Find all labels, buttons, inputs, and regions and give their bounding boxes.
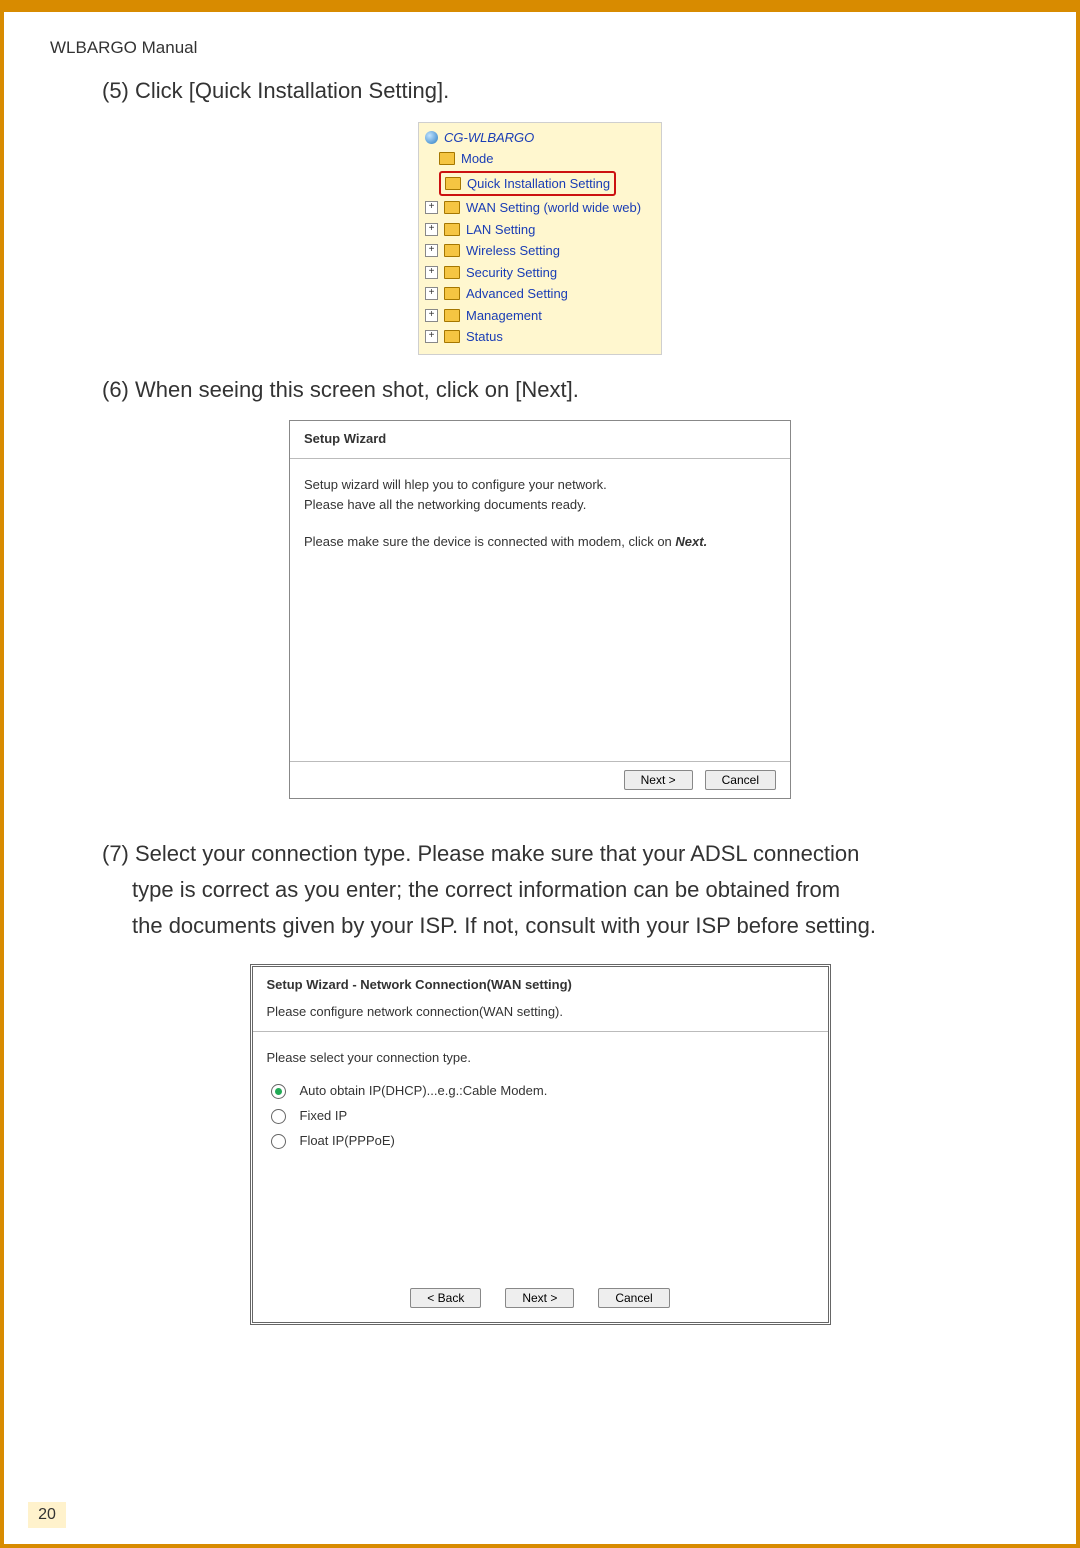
expand-icon: + bbox=[425, 287, 438, 300]
tree-item-mode: Mode bbox=[439, 148, 655, 170]
next-button[interactable]: Next > bbox=[624, 770, 693, 790]
wan-setting-dialog: Setup Wizard - Network Connection(WAN se… bbox=[250, 964, 831, 1325]
tree-item-status: + Status bbox=[425, 326, 655, 348]
dialog-body: Setup wizard will hlep you to configure … bbox=[290, 459, 790, 761]
folder-icon bbox=[444, 223, 460, 236]
folder-icon bbox=[439, 152, 455, 165]
navigation-tree-figure: CG-WLBARGO Mode Quick Installation Setti… bbox=[418, 122, 662, 355]
tree-item-security: + Security Setting bbox=[425, 262, 655, 284]
dialog-body: Please select your connection type. Auto… bbox=[253, 1032, 828, 1278]
expand-icon: + bbox=[425, 244, 438, 257]
dialog-title: Setup Wizard bbox=[290, 421, 790, 459]
wizard-line3-bold: Next. bbox=[675, 534, 707, 549]
folder-icon bbox=[444, 266, 460, 279]
globe-icon bbox=[425, 131, 438, 144]
option-pppoe[interactable]: Float IP(PPPoE) bbox=[271, 1129, 814, 1154]
radio-icon bbox=[271, 1109, 286, 1124]
option-label: Auto obtain IP(DHCP)...e.g.:Cable Modem. bbox=[300, 1079, 548, 1104]
option-label: Fixed IP bbox=[300, 1104, 348, 1129]
radio-icon bbox=[271, 1134, 286, 1149]
tree-item-wireless: + Wireless Setting bbox=[425, 240, 655, 262]
folder-icon bbox=[444, 201, 460, 214]
tree-item-label: WAN Setting (world wide web) bbox=[466, 198, 641, 218]
option-fixed-ip[interactable]: Fixed IP bbox=[271, 1104, 814, 1129]
folder-icon bbox=[444, 309, 460, 322]
manual-title: WLBARGO Manual bbox=[50, 38, 1048, 58]
tree-item-quick-install: Quick Installation Setting bbox=[439, 170, 655, 198]
tree-root-label: CG-WLBARGO bbox=[444, 128, 534, 148]
tree-item-label: Status bbox=[466, 327, 503, 347]
cancel-button[interactable]: Cancel bbox=[598, 1288, 669, 1308]
step-7-text-line1: (7) Select your connection type. Please … bbox=[102, 839, 1002, 869]
folder-icon bbox=[444, 244, 460, 257]
radio-selected-icon bbox=[271, 1084, 286, 1099]
expand-icon: + bbox=[425, 309, 438, 322]
step-7-text-line2: type is correct as you enter; the correc… bbox=[132, 875, 1032, 905]
dialog-subtitle: Please configure network connection(WAN … bbox=[253, 998, 828, 1032]
tree-item-label: Security Setting bbox=[466, 263, 557, 283]
tree-item-advanced: + Advanced Setting bbox=[425, 283, 655, 305]
tree-item-label: Wireless Setting bbox=[466, 241, 560, 261]
folder-icon bbox=[445, 177, 461, 190]
expand-icon: + bbox=[425, 266, 438, 279]
page-number: 20 bbox=[28, 1502, 66, 1528]
wizard-line1: Setup wizard will hlep you to configure … bbox=[304, 477, 607, 492]
dialog-footer: Next > Cancel bbox=[290, 761, 790, 798]
dialog-footer: < Back Next > Cancel bbox=[253, 1278, 828, 1322]
cancel-button[interactable]: Cancel bbox=[705, 770, 776, 790]
step-5-text: (5) Click [Quick Installation Setting]. bbox=[102, 76, 1002, 106]
setup-wizard-dialog: Setup Wizard Setup wizard will hlep you … bbox=[289, 420, 791, 799]
option-label: Float IP(PPPoE) bbox=[300, 1129, 395, 1154]
tree-item-label: Management bbox=[466, 306, 542, 326]
tree-item-label: LAN Setting bbox=[466, 220, 535, 240]
next-button[interactable]: Next > bbox=[505, 1288, 574, 1308]
wizard-line2: Please have all the networking documents… bbox=[304, 497, 586, 512]
tree-item-label: Quick Installation Setting bbox=[467, 174, 610, 194]
tree-item-label: Mode bbox=[461, 149, 494, 169]
tree-root: CG-WLBARGO bbox=[425, 127, 655, 149]
option-dhcp[interactable]: Auto obtain IP(DHCP)...e.g.:Cable Modem. bbox=[271, 1079, 814, 1104]
highlighted-item: Quick Installation Setting bbox=[439, 171, 616, 197]
folder-icon bbox=[444, 287, 460, 300]
expand-icon: + bbox=[425, 223, 438, 236]
dialog-title: Setup Wizard - Network Connection(WAN se… bbox=[253, 967, 828, 998]
connection-type-intro: Please select your connection type. bbox=[267, 1050, 814, 1067]
wizard-line3-pre: Please make sure the device is connected… bbox=[304, 534, 675, 549]
tree-item-label: Advanced Setting bbox=[466, 284, 568, 304]
tree-item-wan: + WAN Setting (world wide web) bbox=[425, 197, 655, 219]
step-7-text-line3: the documents given by your ISP. If not,… bbox=[132, 911, 1032, 941]
expand-icon: + bbox=[425, 201, 438, 214]
step-6-text: (6) When seeing this screen shot, click … bbox=[102, 375, 1002, 405]
folder-icon bbox=[444, 330, 460, 343]
tree-item-lan: + LAN Setting bbox=[425, 219, 655, 241]
expand-icon: + bbox=[425, 330, 438, 343]
back-button[interactable]: < Back bbox=[410, 1288, 481, 1308]
tree-item-management: + Management bbox=[425, 305, 655, 327]
